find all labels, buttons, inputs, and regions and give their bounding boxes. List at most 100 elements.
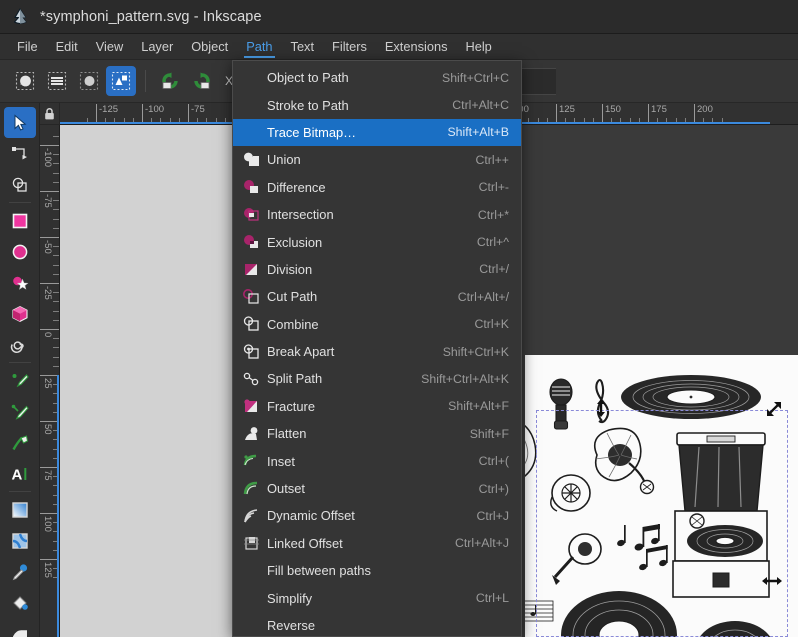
ruler-tick [53,255,59,257]
ruler-label: 75 [42,470,53,481]
dynoffset-icon [243,508,261,524]
menu-file[interactable]: File [8,34,47,59]
menu-item-combine[interactable]: Combine Ctrl+K [233,311,521,338]
ruler-label: 25 [42,378,53,389]
pen-tool[interactable] [4,396,36,427]
menu-item-trace-bitmap[interactable]: Trace Bitmap… Shift+Alt+B [233,118,521,147]
ruler-label: 0 [42,332,53,338]
menu-item-division[interactable]: Division Ctrl+/ [233,256,521,283]
menu-item-label: Intersection [267,207,334,223]
menu-item-break-apart[interactable]: Break Apart Shift+Ctrl+K [233,338,521,365]
pencil-tool[interactable] [4,365,36,396]
text-tool[interactable]: A [4,458,36,489]
resize-vertical-handle[interactable] [595,399,607,419]
ruler-tick [53,163,59,165]
menu-item-intersection[interactable]: Intersection Ctrl+* [233,201,521,228]
title-bar: *symphoni_pattern.svg - Inkscape [0,0,798,34]
menu-edit[interactable]: Edit [47,34,87,59]
rotate-cw-icon[interactable] [187,66,217,96]
menu-item-shortcut: Ctrl+Alt+/ [457,289,509,304]
menu-item-shortcut: Ctrl+/ [479,262,509,277]
menu-item-reverse[interactable]: Reverse [233,612,521,636]
ruler-tick [40,237,59,238]
ruler-label: -25 [42,286,53,300]
select-all-layers-icon[interactable] [42,66,72,96]
menu-item-label: Object to Path [267,70,349,86]
resize-horizontal-handle[interactable] [762,575,782,589]
3dbox-tool[interactable] [4,298,36,329]
ruler-tick [53,338,59,340]
eraser-tool[interactable] [4,618,36,637]
menu-item-fracture[interactable]: Fracture Shift+Alt+F [233,393,521,420]
menu-view[interactable]: View [87,34,133,59]
menu-help[interactable]: Help [456,34,500,59]
menu-text[interactable]: Text [282,34,323,59]
toolbox-separator [8,202,31,203]
star-tool[interactable] [4,267,36,298]
menu-item-dynamic-offset[interactable]: Dynamic Offset Ctrl+J [233,502,521,529]
ruler-tick [40,283,59,284]
ruler-tick [53,227,59,229]
ruler-lock-icon[interactable] [40,103,60,125]
menu-item-label: Simplify [267,590,313,606]
menu-item-label: Flatten [267,426,307,442]
mesh-gradient-tool[interactable] [4,525,36,556]
menu-item-linked-offset[interactable]: Linked Offset Ctrl+Alt+J [233,530,521,557]
ruler-label: 125 [559,104,575,115]
ruler-tick [40,191,59,192]
ruler-tick [53,154,59,156]
menu-extensions[interactable]: Extensions [376,34,457,59]
menu-item-split-path[interactable]: Split Path Shift+Ctrl+Alt+K [233,365,521,392]
menu-item-shortcut: Ctrl+J [476,508,509,523]
deselect-icon[interactable] [74,66,104,96]
dropper-tool[interactable] [4,556,36,587]
menu-item-object-to-path[interactable]: Object to Path Shift+Ctrl+C [233,64,521,91]
menu-item-flatten[interactable]: Flatten Shift+F [233,420,521,447]
menu-item-cut-path[interactable]: Cut Path Ctrl+Alt+/ [233,283,521,310]
ruler-label: 50 [42,424,53,435]
toolbar-separator [145,70,146,92]
menu-item-label: Fill between paths [267,563,371,579]
rectangle-tool[interactable] [4,205,36,236]
spiral-tool[interactable] [4,329,36,360]
menu-item-shortcut: Ctrl+Alt+C [452,98,509,113]
paint-bucket-tool[interactable] [4,587,36,618]
ruler-selection-highlight [57,375,59,637]
ruler-label: 100 [42,516,53,532]
node-editor-tool[interactable] [4,138,36,169]
calligraphy-tool[interactable] [4,427,36,458]
menu-item-simplify[interactable]: Simplify Ctrl+L [233,584,521,611]
menu-item-fill-between-paths[interactable]: Fill between paths [233,557,521,584]
resize-corner-handle[interactable] [766,401,782,419]
ruler-tick [40,145,59,146]
select-same-object-icon[interactable] [106,66,136,96]
gradient-tool[interactable] [4,494,36,525]
menu-item-inset[interactable]: Inset Ctrl+( [233,447,521,474]
svg-text:A: A [11,466,22,483]
menu-item-difference[interactable]: Difference Ctrl+- [233,174,521,201]
ruler-tick [53,200,59,202]
menu-item-shortcut: Ctrl+( [478,454,509,469]
menu-layer[interactable]: Layer [132,34,182,59]
ruler-label: -50 [42,240,53,254]
select-all-icon[interactable] [10,66,40,96]
vertical-ruler[interactable]: -100 -75 -50 -25 0 25 50 75 100 125 [40,125,60,637]
ellipse-tool[interactable] [4,236,36,267]
menu-item-outset[interactable]: Outset Ctrl+) [233,475,521,502]
inkscape-window: *symphoni_pattern.svg - Inkscape File Ed… [0,0,798,637]
menu-item-exclusion[interactable]: Exclusion Ctrl+^ [233,228,521,255]
menu-item-label: Break Apart [267,344,335,360]
menu-object[interactable]: Object [182,34,237,59]
menu-item-label: Dynamic Offset [267,508,355,524]
ruler-label: -75 [42,194,53,208]
menu-item-label: Difference [267,179,326,195]
menu-item-union[interactable]: Union Ctrl++ [233,146,521,173]
menu-item-stroke-to-path[interactable]: Stroke to Path Ctrl+Alt+C [233,91,521,118]
menu-item-label: Reverse [267,618,315,633]
menu-filters[interactable]: Filters [323,34,376,59]
selector-tool[interactable] [3,107,36,138]
menu-path[interactable]: Path [237,34,281,59]
path-menu-popup[interactable]: Object to Path Shift+Ctrl+C Stroke to Path… [232,60,522,637]
shape-builder-tool[interactable] [4,169,36,200]
rotate-ccw-icon[interactable] [155,66,185,96]
